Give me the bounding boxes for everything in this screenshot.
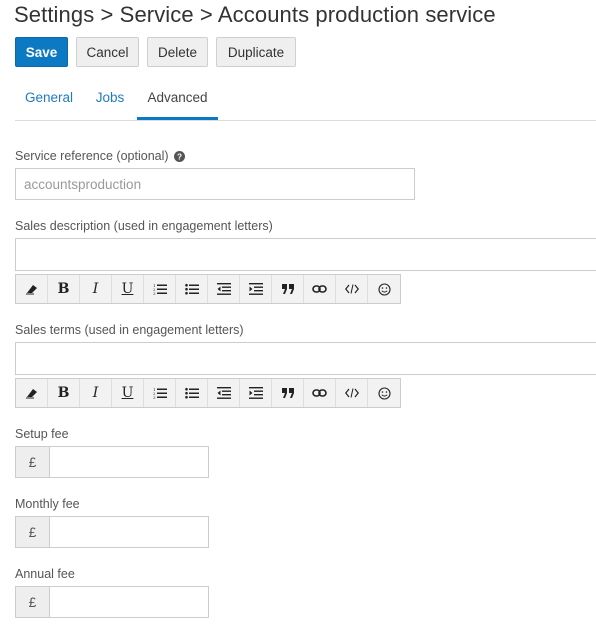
sales-terms-editor[interactable] bbox=[15, 342, 596, 375]
tab-advanced[interactable]: Advanced bbox=[137, 83, 218, 120]
monthly-fee-input[interactable] bbox=[49, 516, 209, 548]
underline-icon[interactable]: U bbox=[112, 379, 144, 407]
eraser-icon[interactable] bbox=[16, 275, 48, 303]
page-title: Settings > Service > Accounts production… bbox=[14, 2, 496, 27]
unordered-list-icon[interactable] bbox=[176, 275, 208, 303]
underline-icon[interactable]: U bbox=[112, 275, 144, 303]
tab-bar: General Jobs Advanced bbox=[15, 83, 596, 121]
monthly-fee-label: Monthly fee bbox=[15, 497, 80, 511]
setup-fee-input[interactable] bbox=[49, 446, 209, 478]
currency-addon: £ bbox=[15, 446, 49, 478]
annual-fee-label: Annual fee bbox=[15, 567, 75, 581]
outdent-icon[interactable] bbox=[208, 275, 240, 303]
monthly-fee-group: £ bbox=[15, 516, 209, 548]
cancel-button[interactable]: Cancel bbox=[76, 37, 139, 67]
service-reference-label: Service reference (optional) ? bbox=[15, 149, 186, 165]
duplicate-button[interactable]: Duplicate bbox=[216, 37, 296, 67]
svg-text:3: 3 bbox=[153, 291, 156, 295]
save-button[interactable]: Save bbox=[15, 37, 68, 67]
bold-icon[interactable]: B bbox=[48, 275, 80, 303]
italic-icon[interactable]: I bbox=[80, 275, 112, 303]
quote-icon[interactable] bbox=[272, 275, 304, 303]
service-reference-input[interactable] bbox=[15, 168, 415, 200]
italic-icon[interactable]: I bbox=[80, 379, 112, 407]
sales-description-editor[interactable] bbox=[15, 238, 596, 271]
setup-fee-group: £ bbox=[15, 446, 209, 478]
outdent-icon[interactable] bbox=[208, 379, 240, 407]
eraser-icon[interactable] bbox=[16, 379, 48, 407]
ordered-list-icon[interactable]: 123 bbox=[144, 379, 176, 407]
bold-icon[interactable]: B bbox=[48, 379, 80, 407]
question-circle-icon[interactable]: ? bbox=[174, 151, 186, 165]
unordered-list-icon[interactable] bbox=[176, 379, 208, 407]
sales-description-toolbar: B I U 123 bbox=[15, 274, 401, 304]
tab-jobs[interactable]: Jobs bbox=[91, 83, 129, 119]
sales-terms-label: Sales terms (used in engagement letters) bbox=[15, 323, 244, 337]
annual-fee-group: £ bbox=[15, 586, 209, 618]
link-icon[interactable] bbox=[304, 379, 336, 407]
currency-addon: £ bbox=[15, 586, 49, 618]
link-icon[interactable] bbox=[304, 275, 336, 303]
setup-fee-label: Setup fee bbox=[15, 427, 69, 441]
code-icon[interactable] bbox=[336, 275, 368, 303]
delete-button[interactable]: Delete bbox=[147, 37, 208, 67]
quote-icon[interactable] bbox=[272, 379, 304, 407]
indent-icon[interactable] bbox=[240, 379, 272, 407]
tab-general[interactable]: General bbox=[15, 83, 83, 119]
svg-text:?: ? bbox=[177, 152, 182, 161]
smiley-icon[interactable] bbox=[368, 275, 400, 303]
currency-addon: £ bbox=[15, 516, 49, 548]
code-icon[interactable] bbox=[336, 379, 368, 407]
smiley-icon[interactable] bbox=[368, 379, 400, 407]
annual-fee-input[interactable] bbox=[49, 586, 209, 618]
sales-description-label: Sales description (used in engagement le… bbox=[15, 219, 273, 233]
svg-text:3: 3 bbox=[153, 395, 156, 399]
indent-icon[interactable] bbox=[240, 275, 272, 303]
ordered-list-icon[interactable]: 123 bbox=[144, 275, 176, 303]
sales-terms-toolbar: B I U 123 bbox=[15, 378, 401, 408]
